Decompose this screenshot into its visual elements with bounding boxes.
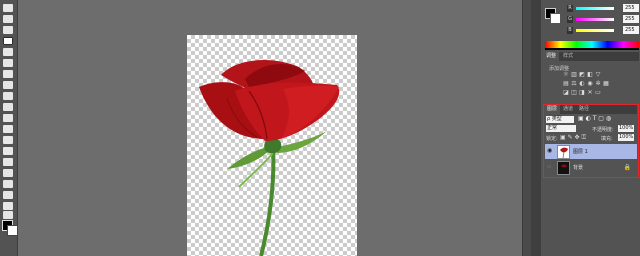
gradient-tool-icon[interactable]: [3, 125, 13, 133]
rectangle-tool-icon[interactable]: [3, 191, 13, 199]
history-brush-tool-icon[interactable]: [3, 103, 13, 111]
red-value-field[interactable]: 255: [623, 4, 639, 12]
tab-paths[interactable]: 路径: [576, 105, 592, 114]
eraser-tool-icon[interactable]: [3, 114, 13, 122]
layer-filter-row: ρ 类型 ▣ ◐ T ▢ ◍: [546, 115, 637, 124]
background-thumbnail-icon: [561, 164, 567, 168]
layer-filter-select[interactable]: ρ 类型: [546, 116, 574, 123]
rose-image: [199, 60, 340, 256]
crop-tool-icon[interactable]: [3, 48, 13, 56]
blend-mode-select[interactable]: 正常: [546, 125, 576, 132]
lookup-icon[interactable]: ▦: [603, 81, 609, 87]
lock-label: 锁定:: [546, 136, 558, 142]
filter-icons[interactable]: ▣ ◐ T ▢ ◍: [578, 115, 611, 122]
layers-panel: 图层 通道 路径 ρ 类型 ▣ ◐ T ▢ ◍ 正常 不透明度: 100% 锁定…: [543, 104, 639, 178]
tab-adjustments[interactable]: 调整: [543, 52, 560, 61]
selective-color-icon[interactable]: ✕: [587, 90, 593, 96]
dodge-tool-icon[interactable]: [3, 147, 13, 155]
color-balance-icon[interactable]: ⚖: [571, 81, 577, 87]
bw-icon[interactable]: ◐: [579, 81, 585, 87]
eye-hidden-icon[interactable]: ▫: [547, 164, 553, 170]
fill-label: 填充:: [601, 136, 613, 142]
tab-channels[interactable]: 通道: [560, 105, 576, 114]
exposure-icon[interactable]: ◧: [587, 72, 593, 78]
lock-icons[interactable]: ▣ ✎ ✥ ⚿: [560, 134, 586, 142]
threshold-icon[interactable]: ◨: [579, 90, 585, 96]
tools-panel: [0, 0, 18, 256]
type-tool-icon[interactable]: [3, 169, 13, 177]
clone-stamp-tool-icon[interactable]: [3, 92, 13, 100]
channel-mixer-icon[interactable]: ✲: [595, 81, 601, 87]
vibrance-icon[interactable]: ▽: [595, 72, 601, 78]
layer-row-background[interactable]: ▫ 背景 🔒: [545, 160, 637, 175]
lock-fill-row: 锁定: ▣ ✎ ✥ ⚿ 填充: 100%: [546, 133, 637, 142]
layer-name[interactable]: 图层 1: [573, 148, 588, 155]
adjustments-tab-bar: 调整 样式: [543, 52, 639, 61]
green-slider-row: G 255: [567, 15, 639, 25]
blue-channel-label: B: [567, 27, 573, 34]
red-slider[interactable]: [576, 7, 614, 10]
red-slider-row: R 255: [567, 4, 639, 14]
hand-tool-icon[interactable]: [3, 202, 13, 210]
marquee-tool-icon[interactable]: [3, 4, 13, 12]
blue-value-field[interactable]: 255: [623, 26, 639, 34]
background-color-swatch[interactable]: [7, 225, 18, 236]
invert-icon[interactable]: ◪: [563, 90, 569, 96]
color-spectrum-bar[interactable]: [545, 41, 639, 50]
layer-name[interactable]: 背景: [573, 164, 583, 171]
rose-thumbnail-icon: [560, 147, 568, 159]
layer-row-selected[interactable]: ◉ 图层 1: [545, 144, 637, 159]
layer-thumbnail: [557, 161, 570, 175]
hue-icon[interactable]: ▤: [563, 81, 569, 87]
posterize-icon[interactable]: ◫: [571, 90, 577, 96]
document-canvas[interactable]: [187, 35, 357, 256]
zoom-tool-icon[interactable]: [3, 211, 13, 219]
curves-icon[interactable]: ◩: [579, 72, 585, 78]
eyedropper-tool-icon[interactable]: [3, 59, 13, 67]
fill-field[interactable]: 100%: [618, 134, 634, 141]
green-channel-label: G: [567, 16, 573, 23]
layers-tab-bar: 图层 通道 路径: [544, 105, 637, 114]
layer-thumbnail: [557, 145, 570, 159]
lasso-tool-icon[interactable]: [3, 26, 13, 34]
photo-filter-icon[interactable]: ◉: [587, 81, 593, 87]
eye-icon[interactable]: ◉: [547, 148, 553, 154]
pen-tool-icon[interactable]: [3, 158, 13, 166]
lock-icon: 🔒: [623, 164, 631, 171]
red-channel-label: R: [567, 5, 573, 12]
green-value-field[interactable]: 255: [623, 15, 639, 23]
levels-icon[interactable]: ▥: [571, 72, 577, 78]
healing-tool-icon[interactable]: [3, 70, 13, 78]
brush-tool-icon[interactable]: [3, 81, 13, 89]
opacity-field[interactable]: 100%: [618, 125, 634, 132]
blue-slider[interactable]: [576, 29, 614, 32]
blue-slider-row: B 255: [567, 26, 639, 36]
move-tool-icon[interactable]: [3, 15, 13, 23]
panel-dock-strip: [531, 0, 541, 256]
brightness-icon[interactable]: ☼: [563, 72, 569, 78]
blend-opacity-row: 正常 不透明度: 100%: [546, 124, 637, 133]
color-panel-background-swatch[interactable]: [550, 13, 561, 24]
tab-layers[interactable]: 图层: [544, 105, 561, 114]
quick-selection-tool-icon[interactable]: [3, 37, 13, 45]
tab-styles[interactable]: 样式: [560, 52, 576, 61]
path-selection-tool-icon[interactable]: [3, 180, 13, 188]
blur-tool-icon[interactable]: [3, 136, 13, 144]
opacity-label: 不透明度:: [592, 127, 614, 133]
green-slider[interactable]: [576, 18, 614, 21]
gradient-map-icon[interactable]: ▭: [595, 90, 601, 96]
